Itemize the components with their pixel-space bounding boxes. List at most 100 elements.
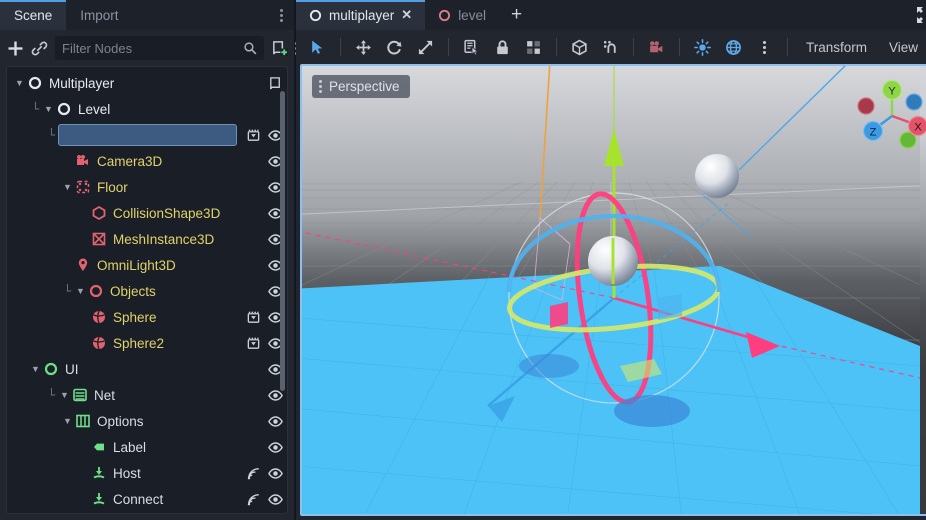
group-button[interactable] (520, 34, 547, 60)
toolbar-separator (340, 38, 341, 56)
gizmo-axis-z-label: Z (870, 127, 877, 139)
viewport-menu-transform[interactable]: Transform (797, 35, 876, 59)
projection-label: Perspective (329, 79, 400, 94)
fullscreen-icon (917, 7, 924, 23)
scale-mode-button[interactable] (412, 34, 439, 60)
mesh-icon (90, 230, 108, 248)
scene-tree-item-label[interactable]: Label (7, 434, 287, 460)
list-select-button[interactable] (458, 34, 485, 60)
scene-tab-bar: multiplayer ✕ level + (296, 0, 926, 30)
signal-icon[interactable] (246, 466, 261, 481)
scene-tree-item-label: Label (113, 439, 147, 455)
filter-nodes-box[interactable] (55, 36, 264, 60)
scene-tree-item-camera3d[interactable]: Camera3D (7, 148, 287, 174)
plus-icon (8, 41, 23, 55)
tree-elbow-glyph: └ (47, 387, 56, 402)
kebab-menu-icon (319, 78, 322, 95)
scene-tree-item-collisionshape3d[interactable]: CollisionShape3D (7, 200, 287, 226)
kebab-menu-icon (279, 7, 283, 24)
scene-tree-item-label: Sphere2 (113, 335, 165, 351)
dock-tab-scene-label: Scene (14, 7, 53, 23)
add-scene-tab-button[interactable]: + (499, 0, 534, 30)
scene-tree-item-label: Floor (97, 179, 128, 195)
tree-expand-arrow[interactable]: ▼ (13, 78, 26, 88)
preview-sun-button[interactable] (689, 34, 716, 60)
tree-expand-arrow[interactable]: ▼ (29, 364, 42, 374)
scene-tab-level-label: level (458, 7, 486, 23)
scene-tree-item-objects[interactable]: └ ▼ Objects (7, 278, 287, 304)
scene-tree-item-label: Level (78, 101, 111, 117)
scene-tree-toolbar (0, 30, 298, 66)
visibility-eye-icon[interactable] (268, 440, 283, 455)
tree-expand-arrow[interactable]: ▼ (58, 390, 71, 400)
visibility-eye-icon[interactable] (268, 466, 283, 481)
scene-tree-item-sphere[interactable]: Sphere (7, 304, 287, 330)
label-icon (90, 438, 108, 456)
tree-expand-arrow[interactable]: ▼ (61, 182, 74, 192)
viewport-menu-view[interactable]: View (880, 35, 926, 59)
area-icon (74, 178, 92, 196)
scene-tree-item-level[interactable]: └ ▼ Level (7, 96, 287, 122)
button-icon (90, 464, 108, 482)
scene-tree-item-connect[interactable]: Connect (7, 486, 287, 512)
scene-render (302, 66, 920, 514)
scene-tree-item-meshinstance3d[interactable]: MeshInstance3D (7, 226, 287, 252)
scene-tree-item-sphere2[interactable]: Sphere2 (7, 330, 287, 356)
close-icon[interactable]: ✕ (401, 7, 412, 23)
signal-icon[interactable] (246, 492, 261, 507)
dock-tab-import[interactable]: Import (66, 0, 132, 30)
plus-icon: + (510, 4, 523, 25)
scene-tree-item-net[interactable]: └ ▼ Net (7, 382, 287, 408)
visibility-eye-icon[interactable] (268, 414, 283, 429)
search-input[interactable] (62, 40, 238, 56)
toolbar-separator (787, 38, 788, 56)
instance-scene-button[interactable] (31, 35, 48, 61)
group-icon (525, 39, 542, 56)
scene-instance-icon[interactable] (246, 310, 261, 325)
select-mode-button[interactable] (304, 34, 331, 60)
dock-tabs-menu-button[interactable] (268, 0, 294, 30)
scene-tree-item-multiplayer[interactable]: ▼ Multiplayer (7, 70, 287, 96)
scene-tab-multiplayer[interactable]: multiplayer ✕ (296, 0, 426, 30)
scene-tree[interactable]: ▼Multiplayer└▼Level└▼WorldCamera3D▼Floor… (7, 67, 287, 513)
distraction-free-button[interactable] (912, 2, 926, 28)
tree-expand-arrow[interactable]: ▼ (74, 286, 87, 296)
scene-instance-icon[interactable] (246, 128, 261, 143)
scene-tree-item-world[interactable]: └▼World (7, 122, 287, 148)
view-options-button[interactable] (751, 34, 778, 60)
scene-tree-item-host[interactable]: Host (7, 460, 287, 486)
preview-environment-button[interactable] (720, 34, 747, 60)
scene-tree-item-omnilight3d[interactable]: OmniLight3D (7, 252, 287, 278)
node3d-icon (309, 9, 322, 21)
attach-script-button[interactable] (271, 35, 288, 61)
scene-tree-scrollbar[interactable] (280, 91, 285, 391)
tree-expand-arrow[interactable]: ▼ (42, 104, 55, 114)
scene-instance-icon[interactable] (246, 336, 261, 351)
tree-elbow-glyph: └ (63, 283, 72, 298)
tree-expand-arrow[interactable]: ▼ (61, 416, 74, 426)
scene-tree-item-options[interactable]: ▼ Options (7, 408, 287, 434)
scene-tab-level[interactable]: level (425, 0, 499, 30)
lock-button[interactable] (489, 34, 516, 60)
snap-mode-button[interactable] (566, 34, 593, 60)
link-icon (31, 41, 48, 55)
scene-tree-item-floor[interactable]: ▼ Floor (7, 174, 287, 200)
dock-tab-scene[interactable]: Scene (0, 0, 67, 30)
viewport-3d[interactable]: Perspective Y X Z (300, 64, 926, 516)
snap-node-button[interactable] (597, 34, 624, 60)
script-icon[interactable] (268, 76, 283, 91)
scene-tree-item-label: OmniLight3D (97, 257, 176, 273)
move-mode-button[interactable] (350, 34, 377, 60)
axis-gizmo[interactable]: Y X Z (852, 76, 926, 156)
camera-preview-button[interactable] (643, 34, 670, 60)
add-node-button[interactable] (7, 35, 24, 61)
rotate-mode-button[interactable] (381, 34, 408, 60)
scene-tree-item-ui[interactable]: ▼ UI (7, 356, 287, 382)
projection-selector[interactable]: Perspective (312, 75, 410, 98)
visibility-eye-icon[interactable] (268, 492, 283, 507)
